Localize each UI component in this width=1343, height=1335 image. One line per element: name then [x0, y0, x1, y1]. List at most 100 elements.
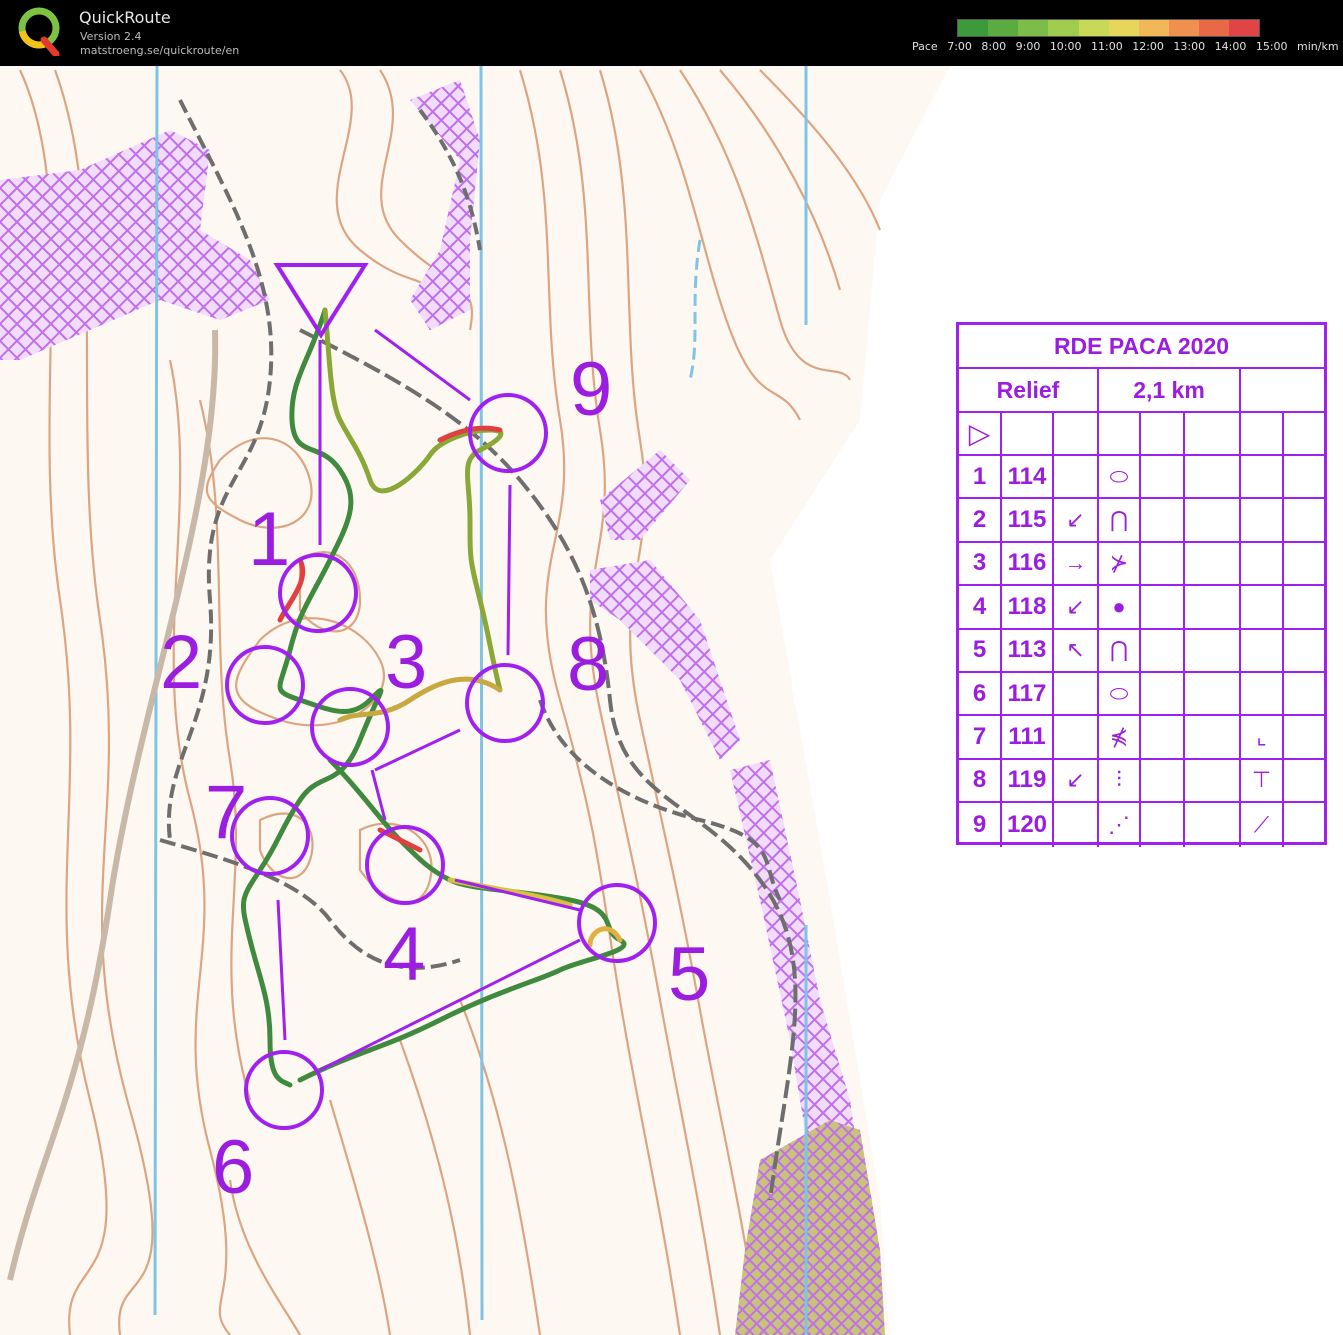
pace-color-segment	[1093, 20, 1102, 36]
control-number-6: 6	[212, 1125, 254, 1210]
control-dir: ↖	[1054, 629, 1099, 671]
control-empty-cell	[1185, 759, 1241, 802]
pace-color-segment	[1108, 20, 1117, 36]
pace-color-segment	[1229, 20, 1237, 36]
control-dir: ↙	[1054, 499, 1099, 541]
pace-tick: 8:00	[981, 40, 1007, 53]
pace-tick: 14:00	[1214, 40, 1247, 53]
pace-tick: 15:00	[1255, 40, 1288, 53]
control-extra: ⟋	[1241, 803, 1284, 847]
control-extra: ⊤	[1241, 759, 1284, 802]
control-empty-cell	[1185, 673, 1241, 715]
pace-color-segment	[1055, 20, 1064, 36]
control-num: 8	[959, 759, 1002, 802]
app-title: QuickRoute	[79, 8, 171, 27]
control-empty-cell	[1141, 586, 1185, 628]
pace-color-segment	[958, 20, 966, 36]
pace-color-segment	[1123, 20, 1132, 36]
control-num: 4	[959, 586, 1002, 628]
control-feature: ⋠	[1099, 716, 1141, 758]
pace-color-segment	[1003, 20, 1011, 36]
control-number-8: 8	[567, 622, 609, 707]
pace-color-segment	[1191, 20, 1199, 36]
start-symbol: ▷	[959, 413, 1002, 454]
course-length: 2,1 km	[1099, 369, 1241, 411]
control-dir: ↙	[1054, 759, 1099, 802]
control-dir	[1054, 716, 1099, 758]
control-empty-cell	[1284, 543, 1327, 584]
control-number-2: 2	[160, 620, 202, 705]
control-extra	[1241, 542, 1284, 585]
control-feature: ⋰	[1099, 803, 1141, 847]
control-empty-cell	[1284, 760, 1327, 801]
control-extra	[1241, 673, 1284, 715]
pace-color-segment	[1206, 20, 1215, 36]
control-extra	[1241, 586, 1284, 628]
desc-start-row: ▷	[959, 413, 1324, 456]
control-dir: →	[1054, 542, 1099, 585]
pace-color-segment	[1168, 20, 1177, 36]
pace-color-bar	[957, 19, 1260, 37]
control-row: 3 116 → ⊁	[959, 542, 1327, 587]
pace-color-segment	[1131, 20, 1139, 36]
pace-color-segment	[988, 20, 996, 36]
control-num: 9	[959, 803, 1002, 847]
pace-color-segment	[1040, 20, 1049, 36]
control-empty-cell	[1284, 456, 1327, 497]
control-empty-cell	[1141, 716, 1185, 758]
control-code: 118	[1002, 586, 1054, 628]
pace-color-segment	[1153, 20, 1162, 36]
control-num: 1	[959, 456, 1002, 498]
pace-color-segment	[1214, 20, 1222, 36]
control-row: 1 114 ⬭	[959, 456, 1327, 500]
control-code: 116	[1002, 542, 1054, 585]
control-empty-cell	[1185, 629, 1241, 671]
pace-label: Pace	[912, 40, 938, 53]
control-num: 5	[959, 629, 1002, 671]
control-code: 114	[1002, 456, 1054, 498]
control-num: 6	[959, 673, 1002, 715]
pace-color-segment	[995, 20, 1004, 36]
event-name: RDE PACA 2020	[1053, 332, 1230, 359]
control-empty-cell	[1284, 630, 1327, 671]
pace-color-segment	[1161, 20, 1169, 36]
control-extra: ⌞	[1241, 716, 1284, 758]
control-empty-cell	[1284, 803, 1327, 846]
pace-color-segment	[1078, 20, 1087, 36]
control-feature: ●	[1099, 586, 1141, 628]
pace-unit: min/km	[1297, 40, 1339, 53]
control-extra	[1241, 499, 1284, 541]
pace-color-segment	[1086, 20, 1094, 36]
desc-course-row: Relief 2,1 km	[959, 369, 1324, 413]
control-row: 7 111 ⋠ ⌞	[959, 716, 1324, 760]
control-code: 117	[1002, 673, 1054, 715]
control-empty-cell	[1185, 716, 1241, 758]
control-row: 5 113 ↖ ⋂	[959, 629, 1327, 673]
pace-color-segment	[1116, 20, 1124, 36]
control-number-7: 7	[205, 770, 247, 855]
control-code: 120	[1002, 803, 1054, 847]
pace-tick: 12:00	[1132, 40, 1164, 53]
course-name: Relief	[959, 369, 1099, 411]
control-empty-cell	[1141, 542, 1185, 585]
control-extra	[1241, 629, 1284, 671]
pace-color-segment	[1146, 20, 1154, 36]
app-url[interactable]: matstroeng.se/quickroute/en	[80, 44, 239, 57]
control-feature: ⬭	[1099, 673, 1141, 715]
control-feature: ⋂	[1099, 499, 1141, 541]
desc-title-row: RDE PACA 2020	[959, 325, 1324, 369]
control-num: 7	[959, 716, 1002, 758]
pace-color-segment	[1101, 20, 1109, 36]
control-empty-cell	[1141, 673, 1185, 715]
pace-color-segment	[1183, 20, 1192, 36]
control-code: 115	[1002, 499, 1054, 541]
pace-tick: 11:00	[1091, 40, 1123, 53]
control-row: 2 115 ↙ ⋂	[959, 499, 1324, 543]
pace-color-segment	[1251, 20, 1260, 36]
control-num: 2	[959, 499, 1002, 541]
control-row: 6 117 ⬭	[959, 673, 1324, 717]
control-dir: ↙	[1054, 586, 1099, 628]
app-version: Version 2.4	[80, 30, 142, 43]
control-number-1: 1	[248, 497, 290, 582]
control-code: 113	[1002, 629, 1054, 671]
